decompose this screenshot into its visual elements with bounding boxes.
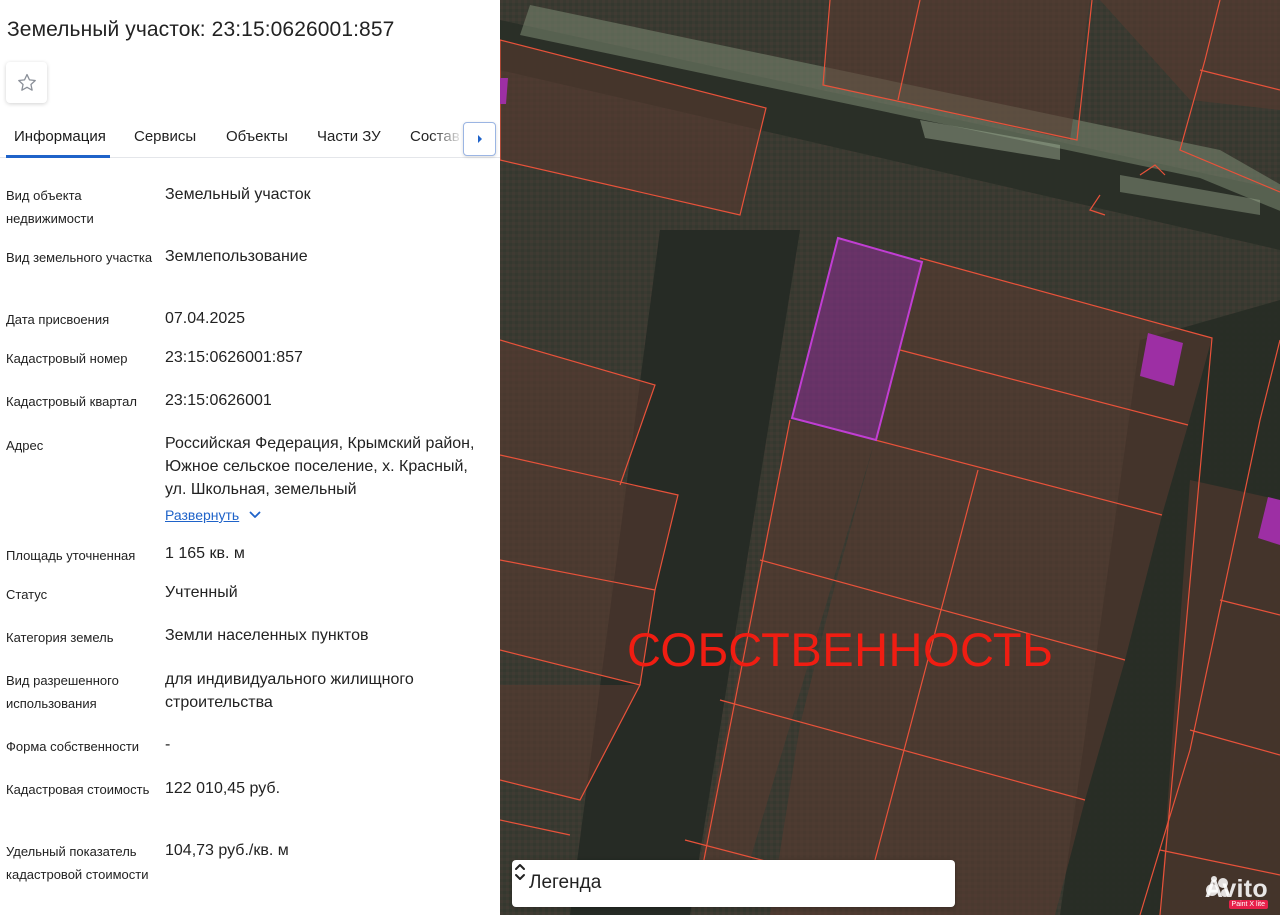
field-value: Земли населенных пунктов [165, 627, 369, 644]
expand-label: Развернуть [165, 507, 240, 523]
field-value: для индивидуального жилищного строительс… [165, 671, 414, 711]
chevron-down-icon [249, 511, 261, 518]
field-label: Площадь уточненная [6, 548, 136, 563]
field-label: Вид земельного участка [6, 250, 153, 265]
watermark-badge: Paint X lite [1228, 900, 1268, 909]
field-label: Кадастровая стоимость [6, 782, 150, 797]
field-label: Категория земель [6, 630, 114, 645]
legend-panel[interactable]: Легенда [512, 860, 955, 907]
field-label: Кадастровый квартал [6, 394, 137, 409]
field-label: Форма собственности [6, 739, 140, 754]
field-value: 122 010,45 руб. [165, 780, 281, 797]
tab-objects[interactable]: Объекты [226, 128, 288, 145]
tab-services[interactable]: Сервисы [134, 128, 196, 145]
field-label: Адрес [6, 438, 44, 453]
field-value: Учтенный [165, 584, 238, 601]
field-label: Вид объекта недвижимости [6, 188, 94, 226]
map-canvas[interactable] [500, 0, 1280, 915]
star-outline-icon [17, 73, 36, 91]
field-value: 1 165 кв. м [165, 545, 245, 562]
info-panel: Земельный участок: 23:15:0626001:857 Инф… [0, 0, 500, 915]
cadastral-map[interactable]: СОБСТВЕННОСТЬ Легенда Avito Paint X lite [500, 0, 1280, 915]
field-value: - [165, 736, 171, 753]
field-value: 104,73 руб./кв. м [165, 842, 289, 859]
caret-right-icon [477, 135, 482, 143]
field-label: Удельный показатель кадастровой стоимост… [6, 844, 149, 882]
unfold-icon[interactable] [512, 860, 528, 884]
tabs-fade [430, 118, 464, 154]
field-value: 07.04.2025 [165, 310, 246, 327]
avito-watermark: Avito Paint X lite [1205, 875, 1268, 909]
tab-bar: Информация Сервисы Объекты Части ЗУ Сост… [0, 116, 500, 158]
tab-parcel-parts[interactable]: Части ЗУ [317, 128, 381, 145]
active-tab-indicator [6, 155, 110, 158]
page-title: Земельный участок: 23:15:0626001:857 [7, 18, 395, 41]
ownership-overlay-text: СОБСТВЕННОСТЬ [627, 623, 1054, 676]
favorite-button[interactable] [6, 62, 47, 103]
expand-address-link[interactable]: Развернуть [165, 507, 261, 523]
field-value: 23:15:0626001:857 [165, 349, 303, 366]
field-label: Дата присвоения [6, 312, 110, 327]
field-value: 23:15:0626001 [165, 392, 272, 409]
legend-label: Легенда [529, 872, 602, 893]
field-value: Землепользование [165, 248, 308, 265]
field-label: Кадастровый номер [6, 351, 128, 366]
field-label: Статус [6, 587, 48, 602]
avito-logo-icon [1205, 876, 1229, 897]
tab-information[interactable]: Информация [14, 128, 106, 145]
field-value: Российская Федерация, Крымский район, Юж… [165, 435, 475, 498]
tabs-next-button[interactable] [463, 122, 496, 156]
field-label: Вид разрешенного использования [6, 673, 119, 711]
field-value: Земельный участок [165, 186, 311, 203]
